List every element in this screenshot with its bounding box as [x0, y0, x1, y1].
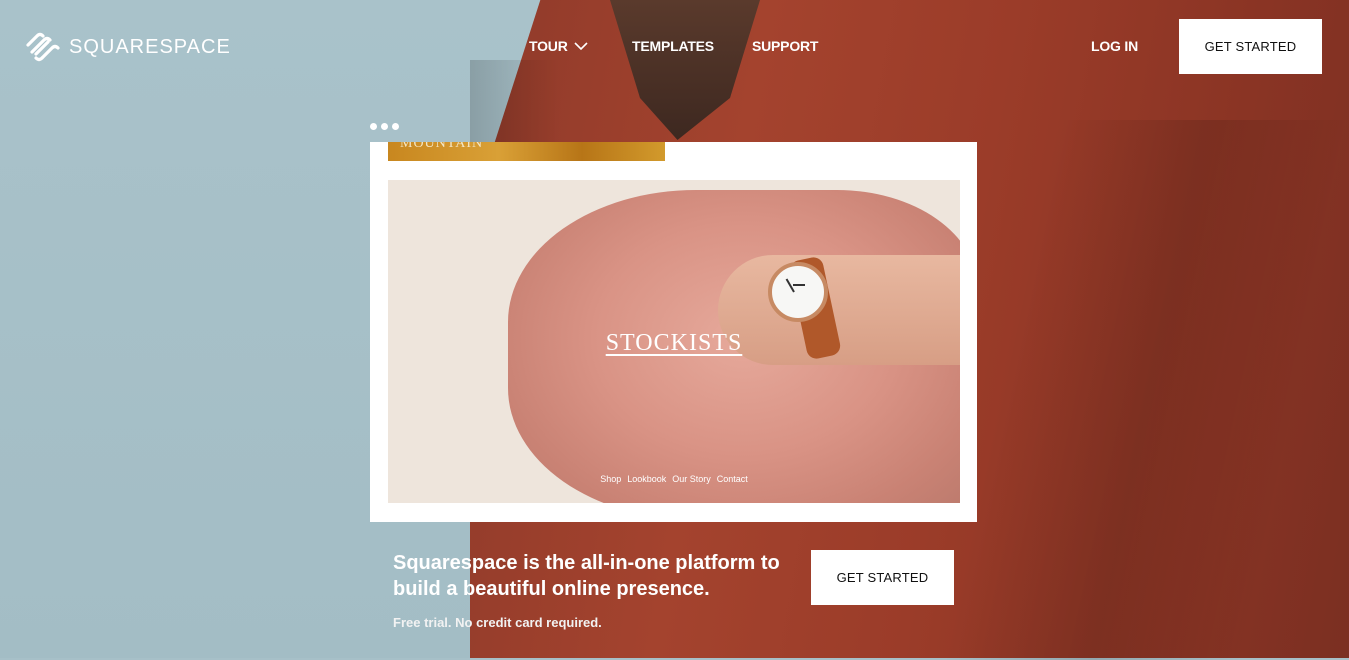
preview-nav-item: Contact	[716, 474, 748, 484]
nav-login[interactable]: LOG IN	[1091, 38, 1138, 54]
site-header: SQUARESPACE TOUR TEMPLATES SUPPORT LOG I…	[0, 0, 1349, 90]
preview-nav-item: Our Story	[672, 474, 711, 484]
nav-tour[interactable]: TOUR	[529, 38, 588, 54]
window-dot	[392, 123, 399, 130]
watch-hand	[793, 284, 805, 286]
squarespace-logo-icon	[26, 32, 60, 62]
preview-nav-item: Shop	[600, 474, 622, 484]
template-preview-image: STOCKISTS Shop Lookbook Our Story Contac…	[388, 180, 960, 503]
preview-top-label: MOUNTAIN	[400, 142, 484, 151]
logo-text: SQUARESPACE	[69, 35, 231, 58]
get-started-button-main[interactable]: GET STARTED	[811, 550, 954, 605]
nav-support[interactable]: SUPPORT	[752, 38, 818, 54]
window-dot	[370, 123, 377, 130]
preview-nav-item: Lookbook	[627, 474, 667, 484]
watch-icon	[768, 262, 828, 322]
mustard-image-strip: MOUNTAIN	[388, 142, 665, 161]
window-dot	[381, 123, 388, 130]
window-dots	[370, 123, 399, 130]
get-started-button-header[interactable]: GET STARTED	[1179, 19, 1322, 74]
preview-nav: Shop Lookbook Our Story Contact	[388, 474, 960, 484]
hero-subline: Free trial. No credit card required.	[393, 615, 602, 630]
preview-title: STOCKISTS	[605, 330, 743, 356]
hero-headline: Squarespace is the all-in-one platform t…	[393, 552, 780, 600]
nav-tour-label: TOUR	[529, 38, 568, 54]
nav-templates[interactable]: TEMPLATES	[632, 38, 714, 54]
logo-link[interactable]: SQUARESPACE	[25, 32, 231, 62]
chevron-down-icon	[574, 42, 588, 51]
